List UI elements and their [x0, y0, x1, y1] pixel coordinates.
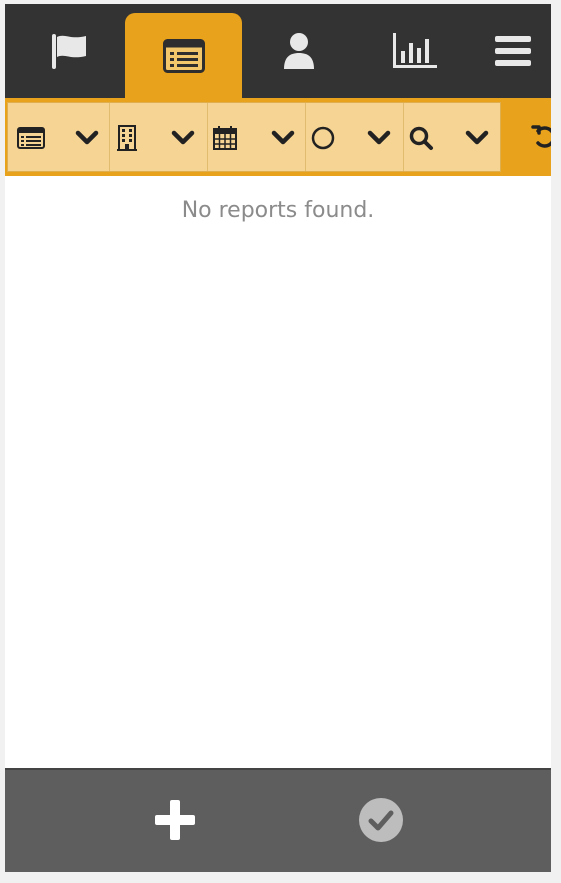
top-nav	[5, 4, 551, 98]
filter-date[interactable]	[208, 103, 306, 171]
submit-button[interactable]	[355, 794, 407, 846]
filter-bar	[5, 98, 551, 176]
filter-building[interactable]	[110, 103, 208, 171]
nav-tab-flag[interactable]	[27, 4, 111, 98]
reports-list: No reports found.	[5, 176, 551, 768]
plus-icon	[155, 800, 195, 840]
empty-state-message: No reports found.	[181, 198, 375, 223]
chevron-down-icon	[170, 127, 196, 149]
add-report-button[interactable]	[149, 794, 201, 846]
circle-icon	[308, 125, 338, 151]
refresh-button[interactable]	[529, 123, 551, 151]
chevron-down-icon	[464, 127, 490, 149]
app-window: No reports found.	[5, 4, 551, 872]
bottom-action-bar	[5, 768, 551, 872]
filter-search[interactable]	[404, 103, 500, 171]
list-icon	[16, 125, 46, 151]
search-icon	[406, 125, 436, 151]
chevron-down-icon	[270, 127, 296, 149]
hamburger-menu-icon	[495, 36, 531, 66]
building-icon	[112, 125, 142, 151]
refresh-icon	[531, 125, 551, 148]
list-icon	[162, 38, 205, 73]
bar-chart-icon	[393, 33, 437, 68]
filter-status[interactable]	[306, 103, 404, 171]
nav-tab-reports[interactable]	[125, 13, 242, 98]
nav-tab-charts[interactable]	[373, 4, 457, 98]
user-icon	[284, 33, 314, 69]
filter-report-type[interactable]	[8, 103, 110, 171]
calendar-icon	[210, 125, 240, 151]
nav-tab-user[interactable]	[257, 4, 341, 98]
chevron-down-icon	[366, 127, 392, 149]
flag-icon	[52, 34, 86, 69]
chevron-down-icon	[74, 127, 100, 149]
check-circle-icon	[359, 798, 403, 842]
nav-tab-menu[interactable]	[471, 4, 551, 98]
filter-group	[7, 102, 501, 172]
